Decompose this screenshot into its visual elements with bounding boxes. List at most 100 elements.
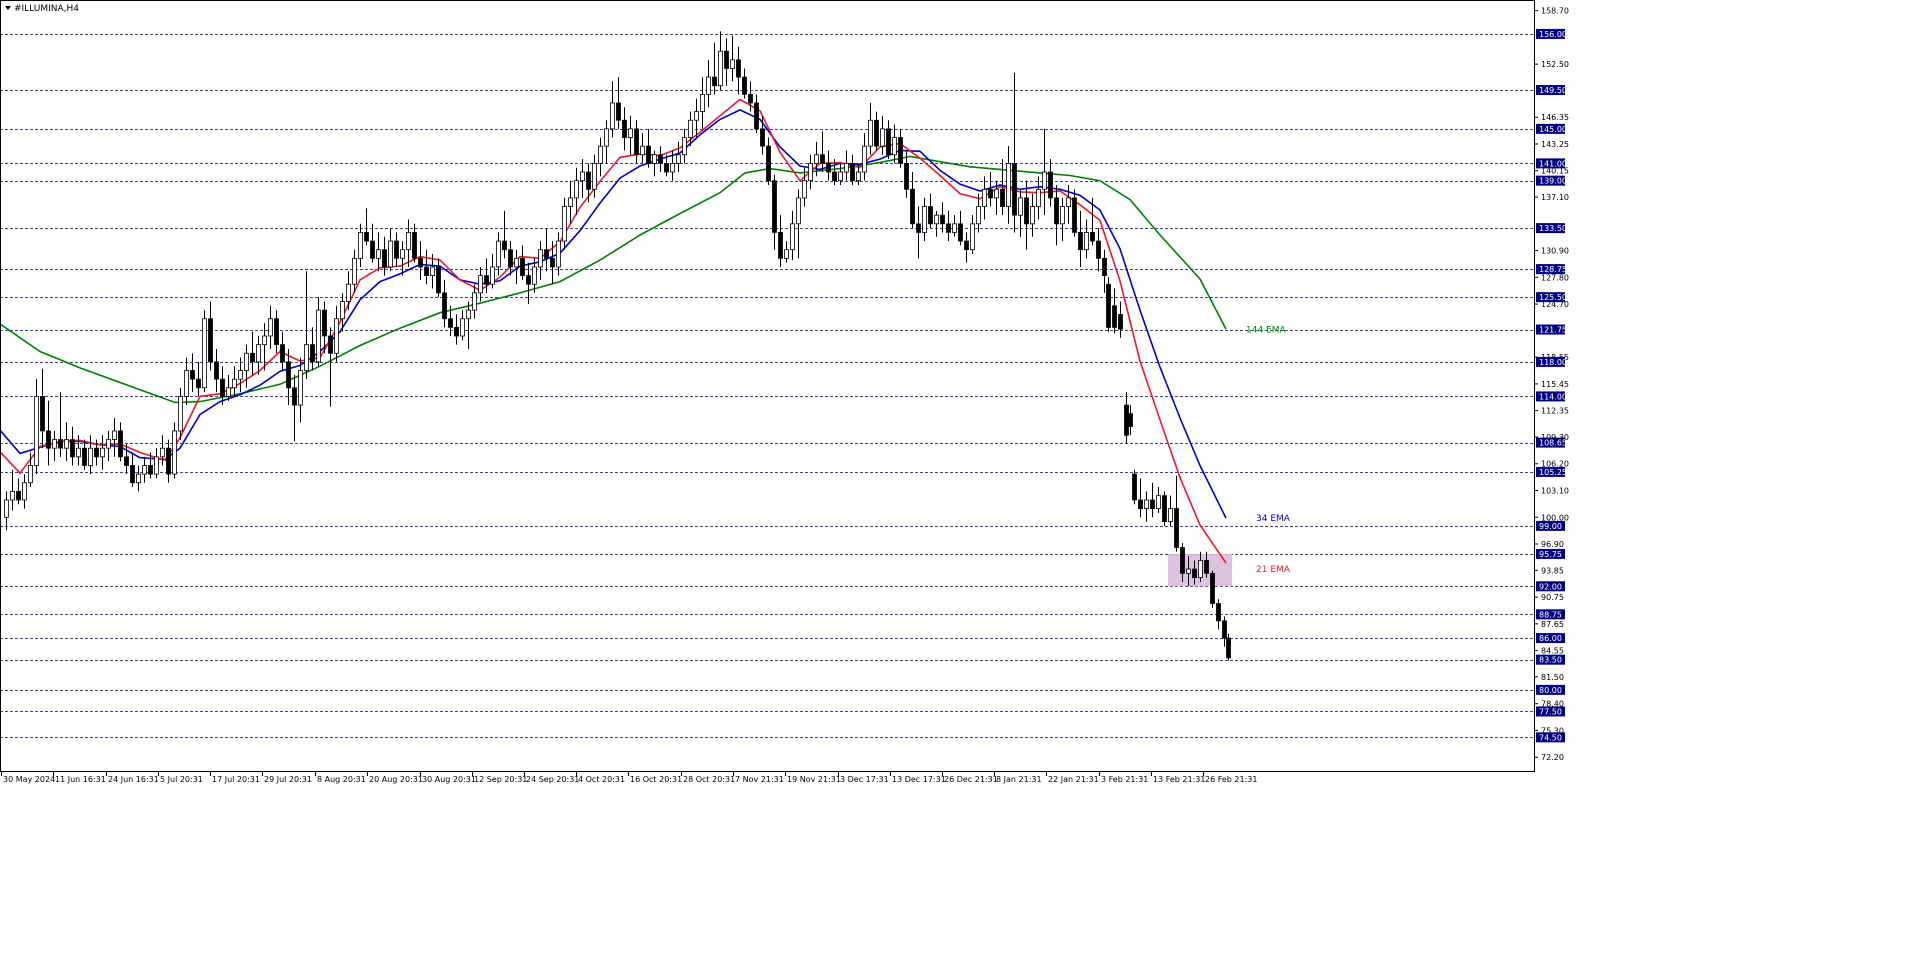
x-tick-label: 8 Jan 21:31 xyxy=(996,775,1042,784)
candle-body xyxy=(556,240,561,268)
y-tick-label: 146.35 xyxy=(1541,113,1569,122)
candle-body xyxy=(688,119,693,138)
candle-body xyxy=(142,465,147,475)
candle-body xyxy=(838,171,843,182)
candle-body xyxy=(1216,603,1221,622)
horizontal-levels xyxy=(0,34,1534,738)
candle-body xyxy=(736,59,741,78)
y-tick-label: 81.50 xyxy=(1541,673,1564,682)
candle-body xyxy=(322,309,327,337)
chart-menu-triangle-icon[interactable] xyxy=(5,6,11,10)
level-label: 86.00 xyxy=(1539,634,1562,643)
candle-body xyxy=(478,275,483,294)
candle-body xyxy=(1162,495,1167,522)
candle-body xyxy=(874,119,879,147)
candle-body xyxy=(658,154,663,164)
candle-body xyxy=(724,50,729,69)
candle-body xyxy=(382,249,387,268)
ema-annotation: 144 EMA xyxy=(1246,326,1286,336)
candle-body xyxy=(892,137,897,156)
y-tick-label: 84.55 xyxy=(1541,647,1564,656)
candle-body xyxy=(616,102,621,121)
candle-body xyxy=(580,171,585,182)
candle-body xyxy=(394,240,399,259)
candle-body xyxy=(664,162,669,173)
candle-body xyxy=(646,145,651,164)
candle-body xyxy=(1124,404,1129,436)
candle-body xyxy=(328,335,333,354)
candle-body xyxy=(640,145,645,156)
candle-body xyxy=(952,223,957,233)
candle-body xyxy=(82,447,87,466)
x-tick-label: 13 Dec 17:31 xyxy=(892,775,946,784)
x-tick-label: 17 Jul 20:31 xyxy=(212,775,260,784)
candle-body xyxy=(442,292,447,320)
candle-body xyxy=(358,232,363,259)
candle-body xyxy=(1180,547,1185,574)
level-label: 105.25 xyxy=(1539,468,1567,477)
candle-body xyxy=(988,188,993,199)
candle-body xyxy=(70,439,75,458)
level-label: 139.00 xyxy=(1539,177,1567,186)
candle-body xyxy=(682,137,687,156)
candle-body xyxy=(166,447,171,475)
x-tick-label: 20 Aug 20:31 xyxy=(369,775,423,784)
candle-body xyxy=(1072,197,1077,233)
candle-body xyxy=(700,93,705,113)
candle-body xyxy=(514,257,519,268)
candle-body xyxy=(1054,197,1059,225)
candle-body xyxy=(1156,495,1161,510)
candle-body xyxy=(1118,314,1123,330)
y-tick-label: 72.20 xyxy=(1541,753,1564,762)
candle-body xyxy=(28,465,33,484)
candle-body xyxy=(1132,473,1137,501)
candle-body xyxy=(220,378,225,397)
x-tick-label: 26 Dec 21:31 xyxy=(944,775,998,784)
y-tick-label: 90.75 xyxy=(1541,593,1564,602)
candle-body xyxy=(436,266,441,294)
candle-body xyxy=(76,447,81,458)
candle-body xyxy=(994,188,999,199)
x-tick-label: 28 Oct 20:31 xyxy=(683,775,735,784)
level-label: 74.50 xyxy=(1539,733,1562,742)
level-label: 145.00 xyxy=(1539,125,1567,134)
candle-body xyxy=(1066,197,1071,207)
x-tick-label: 11 Jun 16:31 xyxy=(55,775,106,784)
candle-body xyxy=(232,378,237,389)
level-label: 114.00 xyxy=(1539,392,1567,401)
candle-body xyxy=(1226,637,1231,659)
ema-lines xyxy=(0,98,1227,564)
candle-body xyxy=(460,318,465,337)
candle-body xyxy=(64,439,69,449)
candle-body xyxy=(88,447,93,466)
x-tick-label: 30 Aug 20:31 xyxy=(422,775,476,784)
candle-body xyxy=(244,352,249,371)
level-label: 149.50 xyxy=(1539,86,1567,95)
candle-body xyxy=(1128,413,1133,428)
candle-body xyxy=(250,352,255,363)
chart-title-group[interactable]: #ILLUMINA,H4 xyxy=(5,4,79,14)
x-tick-label: 3 Feb 21:31 xyxy=(1101,775,1148,784)
candle-body xyxy=(586,171,591,190)
candle-body xyxy=(1150,499,1155,510)
candle-body xyxy=(622,119,627,138)
y-tick-label: 137.10 xyxy=(1541,193,1569,202)
level-label: 99.00 xyxy=(1539,522,1562,531)
y-tick-label: 143.25 xyxy=(1541,140,1569,149)
candle-body xyxy=(880,128,885,147)
candle-body xyxy=(424,266,429,276)
candle-body xyxy=(592,162,597,190)
candle-body xyxy=(190,370,195,380)
candle-body xyxy=(604,128,609,147)
candle-body xyxy=(46,430,51,449)
price-chart[interactable]: 144 EMA 34 EMA 21 EMA 158.70 152.50 146.35 14… xyxy=(0,0,1916,963)
candle-body xyxy=(916,223,921,233)
candle-body xyxy=(1090,232,1095,242)
x-tick-label: 22 Jan 21:31 xyxy=(1048,775,1099,784)
candle-body xyxy=(34,396,39,466)
candle-body xyxy=(430,266,435,276)
x-tick-label: 30 May 2024 xyxy=(3,775,55,784)
candle-body xyxy=(928,206,933,225)
candle-body xyxy=(112,430,117,440)
candle-body xyxy=(856,171,861,182)
